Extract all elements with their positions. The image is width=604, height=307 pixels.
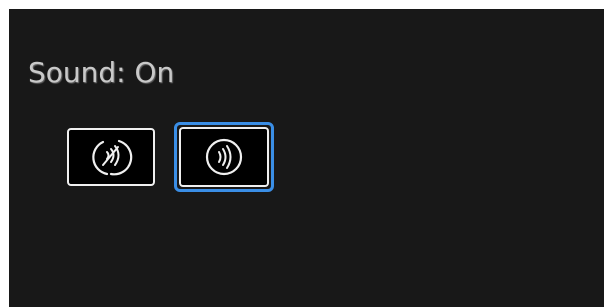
sound-off-button[interactable] [67,128,155,186]
sound-settings-panel: Sound: On [9,9,604,307]
sound-on-button[interactable] [179,127,269,187]
sound-on-icon [202,135,246,179]
sound-status-label: Sound: On [28,56,175,89]
sound-off-icon [89,135,133,179]
